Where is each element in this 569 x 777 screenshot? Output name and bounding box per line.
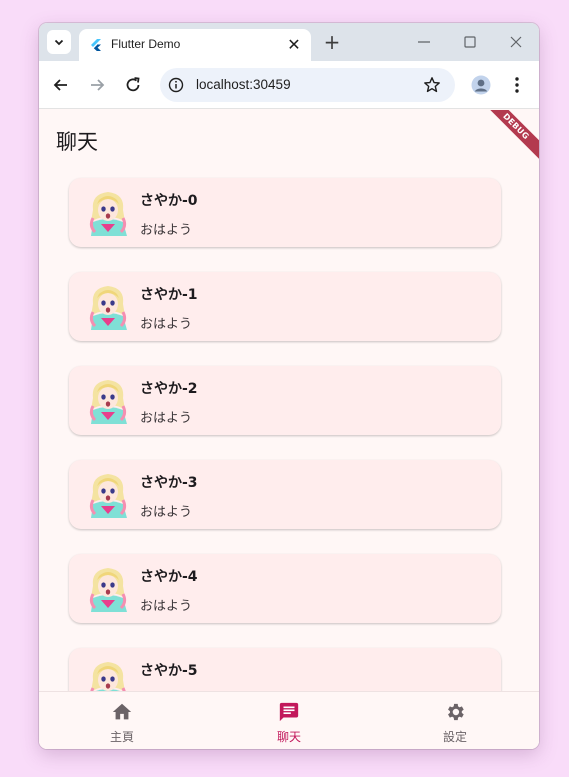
chat-message: おはよう [140, 223, 193, 238]
chat-message: おはよう [140, 317, 193, 332]
more-menu-icon[interactable] [509, 75, 525, 95]
nav-item-chat[interactable]: 聊天 [239, 692, 339, 749]
chat-card[interactable]: さやか-0 おはよう [69, 178, 501, 247]
chat-name: さやか-3 [140, 475, 198, 491]
chat-card[interactable]: さやか-4 おはよう [69, 554, 501, 623]
maximize-icon[interactable] [460, 32, 480, 52]
close-tab-icon[interactable]: ✕ [285, 35, 303, 54]
chat-message: おはよう [140, 505, 193, 520]
chat-icon [279, 702, 299, 722]
chat-card[interactable]: さやか-3 おはよう [69, 460, 501, 529]
profile-avatar-icon[interactable] [471, 75, 491, 95]
flutter-logo-icon [91, 39, 101, 51]
chat-name: さやか-1 [140, 287, 198, 303]
tab-strip: Flutter Demo ✕ + [39, 23, 539, 61]
chevron-down-icon [54, 39, 64, 46]
avatar [89, 474, 127, 518]
avatar [89, 286, 127, 330]
browser-tab[interactable]: Flutter Demo ✕ [79, 29, 311, 61]
chat-card[interactable]: さやか-1 おはよう [69, 272, 501, 341]
nav-label-chat: 聊天 [276, 730, 301, 744]
tab-search-button[interactable] [47, 30, 71, 54]
nav-label-home: 主頁 [109, 730, 134, 744]
url-text[interactable]: localhost:30459 [196, 77, 291, 92]
new-tab-icon[interactable]: + [321, 30, 343, 54]
chat-name: さやか-4 [140, 569, 198, 585]
back-arrow-icon[interactable] [51, 75, 71, 95]
page-title: 聊天 [56, 130, 98, 154]
address-bar[interactable]: localhost:30459 [160, 68, 455, 102]
chat-card[interactable]: さやか-2 おはよう [69, 366, 501, 435]
site-info-icon[interactable] [168, 77, 184, 93]
chat-name: さやか-0 [140, 193, 198, 209]
minimize-icon[interactable] [414, 32, 434, 52]
chat-name: さやか-5 [140, 663, 198, 679]
app-viewport: 聊天 DEBUG さやか-0 おはよう さやか-1 おはよう さやか-2 おはよう さやか-… [39, 110, 539, 749]
home-icon [112, 703, 132, 720]
chat-list: さやか-0 おはよう さやか-1 おはよう さやか-2 おはよう さやか-3 おはよう さやか-… [69, 178, 501, 742]
reload-icon[interactable] [123, 75, 143, 95]
chat-message: おはよう [140, 599, 193, 614]
browser-toolbar: localhost:30459 [39, 61, 539, 109]
avatar [89, 568, 127, 612]
avatar [89, 192, 127, 236]
tab-title: Flutter Demo [111, 37, 181, 51]
chat-message: おはよう [140, 411, 193, 426]
nav-item-settings[interactable]: 設定 [405, 692, 505, 749]
bottom-navigation-bar: 主頁 聊天 設定 [39, 691, 539, 749]
gear-icon [448, 703, 464, 721]
nav-item-home[interactable]: 主頁 [72, 692, 172, 749]
avatar [89, 380, 127, 424]
bookmark-star-icon[interactable] [423, 76, 441, 94]
forward-arrow-icon[interactable] [87, 75, 107, 95]
close-window-icon[interactable] [506, 32, 526, 52]
browser-window: Flutter Demo ✕ + localhost:30459 聊天 DEBU… [39, 23, 539, 749]
nav-label-settings: 設定 [442, 730, 467, 744]
debug-banner: DEBUG [479, 110, 539, 163]
chat-name: さやか-2 [140, 381, 198, 397]
